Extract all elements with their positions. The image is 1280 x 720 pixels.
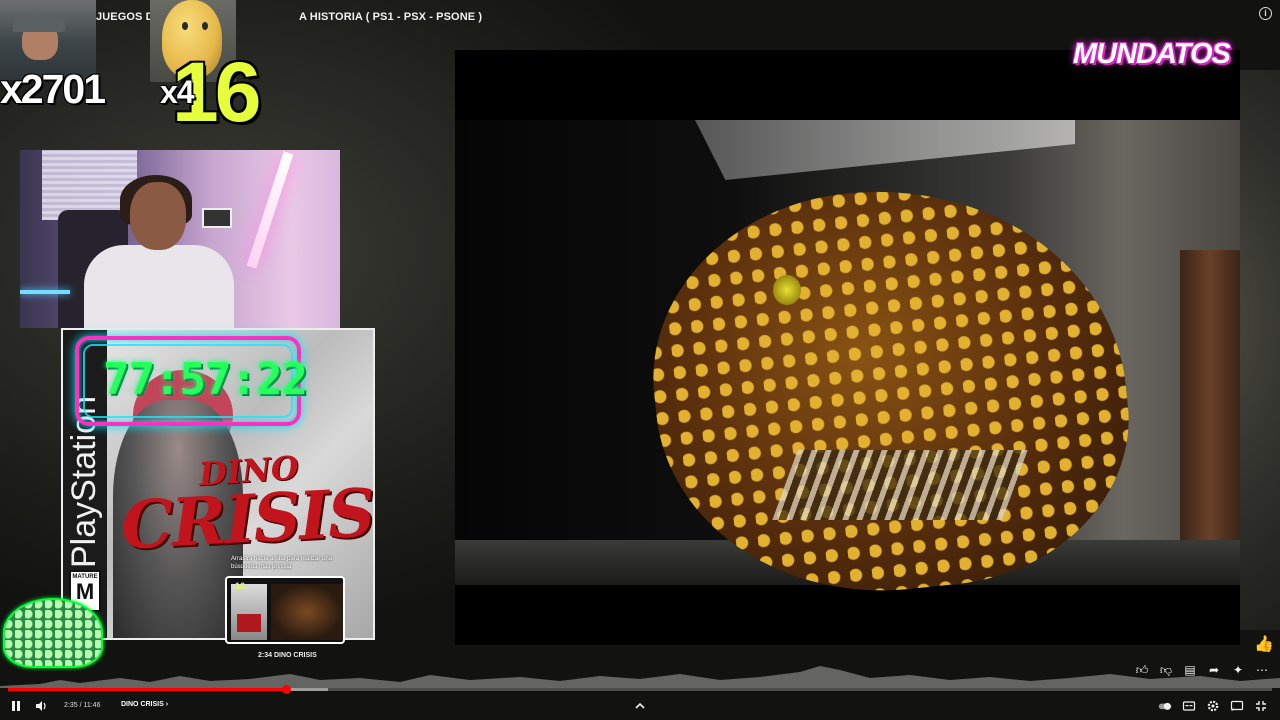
- counter-left: x2701: [0, 66, 106, 112]
- brand-logo: MUNDATOS: [1073, 38, 1231, 70]
- volume-icon: [36, 701, 46, 711]
- seek-preview-thumbnail: 16: [225, 576, 345, 644]
- heatmap-waveform: [0, 666, 1280, 688]
- progress-scrubber[interactable]: [282, 685, 291, 694]
- bush-sprite: [3, 598, 103, 668]
- like-badge-icon: 👍: [1254, 636, 1274, 653]
- seek-hint: Arrastra hacia arriba para realizar una …: [231, 556, 333, 570]
- cast-button[interactable]: [1229, 697, 1245, 715]
- more-icon[interactable]: ⋯: [1254, 662, 1270, 678]
- info-icon[interactable]: i: [1259, 7, 1272, 20]
- dislike-icon[interactable]: 👎︎: [1158, 662, 1174, 678]
- time-display: 2:35 / 11:46: [64, 702, 101, 709]
- progress-played: [8, 688, 286, 691]
- sparkle-icon[interactable]: ✦: [1230, 662, 1246, 678]
- seek-preview-time: 2:34 DINO CRISIS: [258, 652, 317, 659]
- counter-mid: x4: [160, 74, 195, 110]
- engagement-actions: 👍︎ 👎︎ ▤ ➦ ✦ ⋯: [1134, 662, 1270, 678]
- chapter-button[interactable]: DINO CRISIS ›: [121, 701, 168, 708]
- settings-button[interactable]: [1205, 697, 1221, 715]
- pause-icon: [12, 701, 20, 711]
- webcam-feed: [20, 150, 340, 328]
- captions-icon: [1182, 701, 1196, 711]
- toggle-icon: [1158, 702, 1172, 710]
- pause-button[interactable]: [8, 697, 24, 715]
- fullscreen-exit-icon: [1256, 701, 1266, 711]
- chevron-up-icon: [635, 702, 645, 709]
- volume-button[interactable]: [33, 697, 49, 715]
- timer: 77:57:22: [103, 354, 308, 405]
- video-title-tail: A HISTORIA ( PS1 - PSX - PSONE ): [299, 11, 483, 23]
- gameplay-video[interactable]: [455, 50, 1240, 645]
- autoplay-toggle[interactable]: [1156, 697, 1174, 715]
- cast-icon: [1230, 700, 1244, 712]
- subtitles-button[interactable]: [1181, 697, 1197, 715]
- gear-icon: [1207, 700, 1219, 712]
- comment-icon[interactable]: ▤: [1182, 662, 1198, 678]
- cover-title-crisis: CRISIS: [119, 473, 375, 565]
- share-icon[interactable]: ➦: [1206, 662, 1222, 678]
- expand-up-button[interactable]: [632, 697, 648, 715]
- fullscreen-exit-button[interactable]: [1253, 697, 1269, 715]
- like-icon[interactable]: 👍︎: [1134, 662, 1150, 678]
